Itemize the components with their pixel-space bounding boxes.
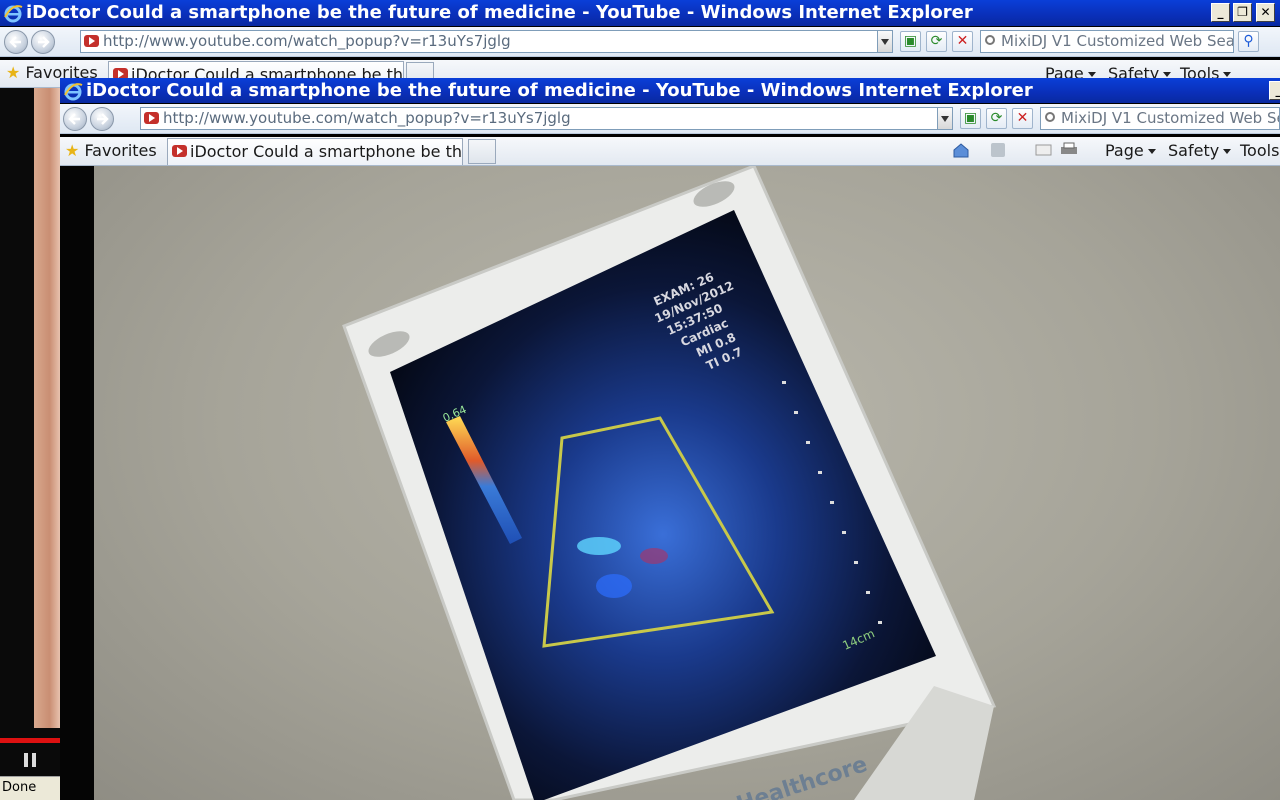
- progress-bar[interactable]: [0, 738, 60, 743]
- front-tab-active[interactable]: iDoctor Could a smartphone be the ...: [167, 138, 463, 165]
- front-window-navbar: http://www.youtube.com/watch_popup?v=r13…: [60, 104, 1280, 134]
- forward-icon: [97, 113, 109, 125]
- back-window-title: iDoctor Could a smartphone be the future…: [26, 2, 973, 23]
- search-icon: [1045, 112, 1055, 122]
- front-window-title: iDoctor Could a smartphone be the future…: [86, 80, 1033, 101]
- front-address-dropdown[interactable]: [937, 107, 953, 130]
- front-stop-button[interactable]: ✕: [1012, 108, 1033, 129]
- print-icon[interactable]: [1060, 142, 1078, 158]
- status-text: Done: [2, 780, 37, 795]
- stop-button[interactable]: ✕: [952, 31, 973, 52]
- search-placeholder: MixiDJ V1 Customized Web Sear: [1001, 32, 1234, 50]
- forward-icon: [38, 36, 50, 48]
- youtube-favicon-icon: [84, 35, 99, 47]
- front-tab-label: iDoctor Could a smartphone be the ...: [190, 142, 463, 161]
- mail-icon[interactable]: [1035, 142, 1053, 158]
- star-icon: ★: [6, 63, 21, 82]
- front-compat-button[interactable]: ▣: [960, 108, 981, 129]
- front-new-tab-button[interactable]: [468, 139, 496, 164]
- front-favorites-label: Favorites: [84, 141, 157, 160]
- compat-button[interactable]: ▣: [900, 31, 921, 52]
- back-window-navbar: http://www.youtube.com/watch_popup?v=r13…: [0, 27, 1280, 57]
- search-input[interactable]: MixiDJ V1 Customized Web Sear: [980, 30, 1234, 53]
- pause-icon: [24, 753, 36, 767]
- minimize-button[interactable]: _: [1211, 3, 1230, 22]
- front-tools-menu[interactable]: Tools: [1240, 137, 1279, 165]
- star-icon: ★: [65, 141, 80, 160]
- address-bar[interactable]: http://www.youtube.com/watch_popup?v=r13…: [80, 30, 878, 53]
- front-minimize-button[interactable]: _: [1269, 81, 1280, 100]
- video-player[interactable]: EXAM: 26 19/Nov/2012 15:37:50 Cardiac MI…: [94, 166, 1280, 800]
- search-go-button[interactable]: ⚲: [1238, 31, 1259, 52]
- back-window-titlebar[interactable]: iDoctor Could a smartphone be the future…: [0, 0, 1280, 26]
- youtube-favicon-icon: [172, 145, 187, 157]
- front-window-favbar: ★ Favorites iDoctor Could a smartphone b…: [60, 137, 1280, 166]
- feed-icon[interactable]: [990, 142, 1008, 158]
- close-button[interactable]: ✕: [1256, 3, 1275, 22]
- address-dropdown[interactable]: [877, 30, 893, 53]
- search-icon: [985, 35, 995, 45]
- forward-button[interactable]: [31, 30, 55, 54]
- front-page-menu[interactable]: Page: [1105, 137, 1156, 165]
- back-window-video-strip: [0, 88, 60, 776]
- front-window-left-bar: [60, 166, 94, 800]
- front-refresh-button[interactable]: ⟳: [986, 108, 1007, 129]
- home-icon[interactable]: [952, 142, 970, 158]
- device-brand: Healthcore: [734, 752, 871, 800]
- restore-button[interactable]: ❐: [1233, 3, 1252, 22]
- front-search-input[interactable]: MixiDJ V1 Customized Web Sear: [1040, 107, 1280, 130]
- address-text: http://www.youtube.com/watch_popup?v=r13…: [103, 32, 511, 50]
- front-address-bar[interactable]: http://www.youtube.com/watch_popup?v=r13…: [140, 107, 938, 130]
- status-bar: Done: [0, 776, 60, 800]
- ie-logo-icon: [4, 5, 23, 23]
- ultrasound-device-image: EXAM: 26 19/Nov/2012 15:37:50 Cardiac MI…: [342, 166, 997, 800]
- front-favorites-button[interactable]: ★ Favorites: [65, 138, 157, 164]
- front-search-placeholder: MixiDJ V1 Customized Web Sear: [1061, 109, 1280, 127]
- refresh-button[interactable]: ⟳: [926, 31, 947, 52]
- pause-button[interactable]: [22, 752, 38, 768]
- front-safety-menu[interactable]: Safety: [1168, 137, 1232, 165]
- back-button[interactable]: [4, 30, 28, 54]
- ie-logo-icon: [64, 83, 83, 101]
- front-forward-button[interactable]: [90, 107, 114, 131]
- back-icon: [68, 113, 80, 125]
- back-icon: [9, 36, 21, 48]
- front-window-titlebar[interactable]: iDoctor Could a smartphone be the future…: [60, 78, 1280, 103]
- front-back-button[interactable]: [63, 107, 87, 131]
- front-address-text: http://www.youtube.com/watch_popup?v=r13…: [163, 109, 571, 127]
- youtube-favicon-icon: [144, 112, 159, 124]
